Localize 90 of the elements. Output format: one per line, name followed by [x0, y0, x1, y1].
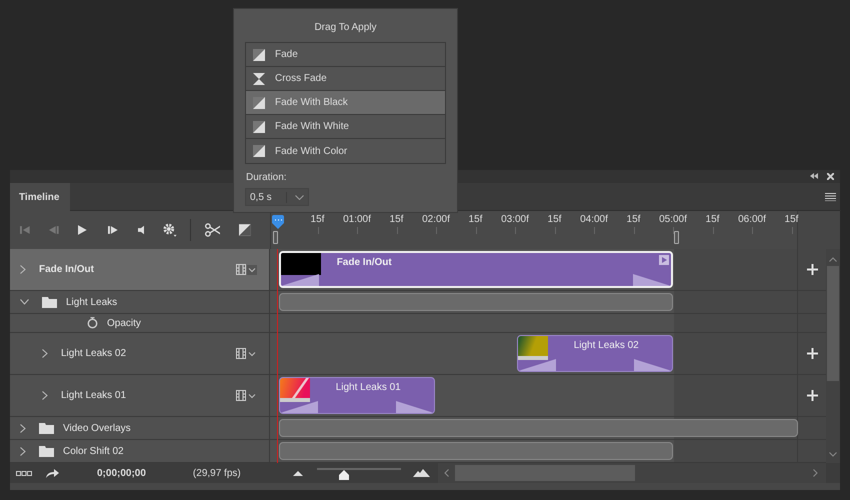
- video-clip[interactable]: Fade In/Out: [278, 251, 673, 288]
- ruler-label: 15f: [310, 214, 324, 226]
- fade-icon: [253, 145, 265, 157]
- track-name: Opacity: [107, 318, 141, 329]
- track-header[interactable]: Fade In/Out: [10, 249, 270, 290]
- work-area-end-handle[interactable]: [674, 231, 679, 244]
- duration-label: Duration:: [246, 172, 288, 183]
- chevron-right-icon[interactable]: [813, 469, 818, 478]
- fade-icon: [253, 120, 265, 132]
- chevron-up-icon[interactable]: [829, 257, 837, 262]
- fade-icon: [253, 48, 265, 60]
- playhead-handle[interactable]: [272, 215, 284, 230]
- track-name: Fade In/Out: [39, 264, 94, 276]
- caret-icon: [295, 194, 304, 200]
- timeline-tab[interactable]: Timeline: [10, 182, 70, 212]
- film-strip-icon[interactable]: [236, 390, 246, 402]
- folder-icon: [39, 446, 54, 457]
- chevron-left-icon[interactable]: [444, 469, 449, 478]
- track-name: Video Overlays: [63, 422, 131, 434]
- clip-label: Fade In/Out: [336, 257, 392, 268]
- step-forward-icon[interactable]: [108, 226, 119, 234]
- track-header[interactable]: Opacity: [10, 314, 270, 332]
- chevron-right-icon[interactable]: [20, 424, 26, 433]
- film-strip-icon[interactable]: [236, 348, 246, 360]
- track-header[interactable]: Light Leaks 02: [10, 333, 270, 374]
- folder-icon: [39, 422, 54, 434]
- ruler-label: 15f: [626, 214, 640, 226]
- cross-fade-icon: [253, 72, 265, 84]
- zoom-slider[interactable]: [316, 466, 401, 480]
- slider-thumb[interactable]: [338, 470, 349, 480]
- group-bar[interactable]: [278, 293, 673, 312]
- stopwatch-icon[interactable]: [87, 317, 98, 330]
- ruler-label: 15f: [548, 214, 562, 226]
- add-icon[interactable]: [806, 348, 818, 360]
- track-header[interactable]: Video Overlays: [10, 417, 270, 440]
- transition-icon[interactable]: [239, 224, 251, 236]
- track-name: Light Leaks 01: [61, 390, 126, 402]
- track-header[interactable]: Light Leaks 01: [10, 375, 270, 416]
- chevron-down-icon[interactable]: [829, 452, 837, 458]
- group-bar[interactable]: [278, 442, 673, 460]
- frames-icon[interactable]: [16, 470, 32, 476]
- track-header[interactable]: Light Leaks: [10, 291, 270, 314]
- settings-icon[interactable]: [163, 223, 177, 238]
- folder-icon: [42, 296, 57, 308]
- track-name: Color Shift 02: [63, 446, 124, 457]
- ruler-label: 02:00f: [422, 214, 450, 226]
- frame-rate: (29,97 fps): [192, 468, 241, 479]
- ruler-label: 15f: [706, 214, 720, 226]
- skip-start-icon[interactable]: [20, 226, 30, 234]
- track-header[interactable]: Color Shift 02: [10, 440, 270, 462]
- share-icon[interactable]: [46, 468, 59, 478]
- ruler-label: 06:00f: [738, 214, 766, 226]
- ruler-label: 05:00f: [659, 214, 687, 226]
- add-icon[interactable]: [806, 264, 818, 276]
- ruler-label: 15f: [390, 214, 404, 226]
- ruler-label: 15f: [784, 214, 798, 226]
- film-strip-icon[interactable]: [236, 264, 246, 276]
- work-area-start-handle[interactable]: [273, 231, 278, 244]
- ruler-label: 04:00f: [580, 214, 608, 226]
- ruler-label: 03:00f: [501, 214, 529, 226]
- group-bar[interactable]: [278, 419, 798, 438]
- horizontal-scrollbar[interactable]: [438, 463, 826, 484]
- ruler-label: 15f: [468, 214, 482, 226]
- popup-title: Drag To Apply: [313, 22, 378, 33]
- menu-icon[interactable]: [825, 193, 836, 202]
- chevron-right-icon[interactable]: [42, 349, 48, 358]
- ruler-label: 01:00f: [343, 214, 371, 226]
- close-icon[interactable]: [827, 172, 834, 180]
- fade-ramp-icon[interactable]: [280, 274, 319, 286]
- play-icon[interactable]: [658, 255, 669, 266]
- caret-icon[interactable]: [246, 264, 257, 275]
- play-icon[interactable]: [78, 225, 88, 236]
- chevron-down-icon[interactable]: [20, 299, 29, 306]
- timecode: 0;00;00;00: [97, 468, 146, 479]
- chevron-right-icon[interactable]: [20, 446, 26, 456]
- clip-label: Light Leaks 02: [574, 340, 639, 352]
- scissors-icon[interactable]: [204, 223, 220, 238]
- chevron-right-icon[interactable]: [42, 391, 48, 400]
- add-icon[interactable]: [806, 390, 818, 402]
- track-name: Light Leaks 02: [61, 348, 126, 360]
- zoom-in-icon[interactable]: [412, 469, 430, 478]
- zoom-out-icon[interactable]: [292, 470, 303, 476]
- fade-icon: [253, 96, 265, 108]
- track-name: Light Leaks: [66, 296, 118, 308]
- collapse-icon[interactable]: [810, 173, 818, 180]
- clip-label: Light Leaks 01: [336, 382, 401, 394]
- duration-dropdown[interactable]: 0,5 s: [245, 188, 309, 206]
- speaker-icon[interactable]: [138, 225, 144, 236]
- chevron-right-icon[interactable]: [20, 265, 26, 274]
- transition-item[interactable]: Fade With Black: [246, 91, 445, 115]
